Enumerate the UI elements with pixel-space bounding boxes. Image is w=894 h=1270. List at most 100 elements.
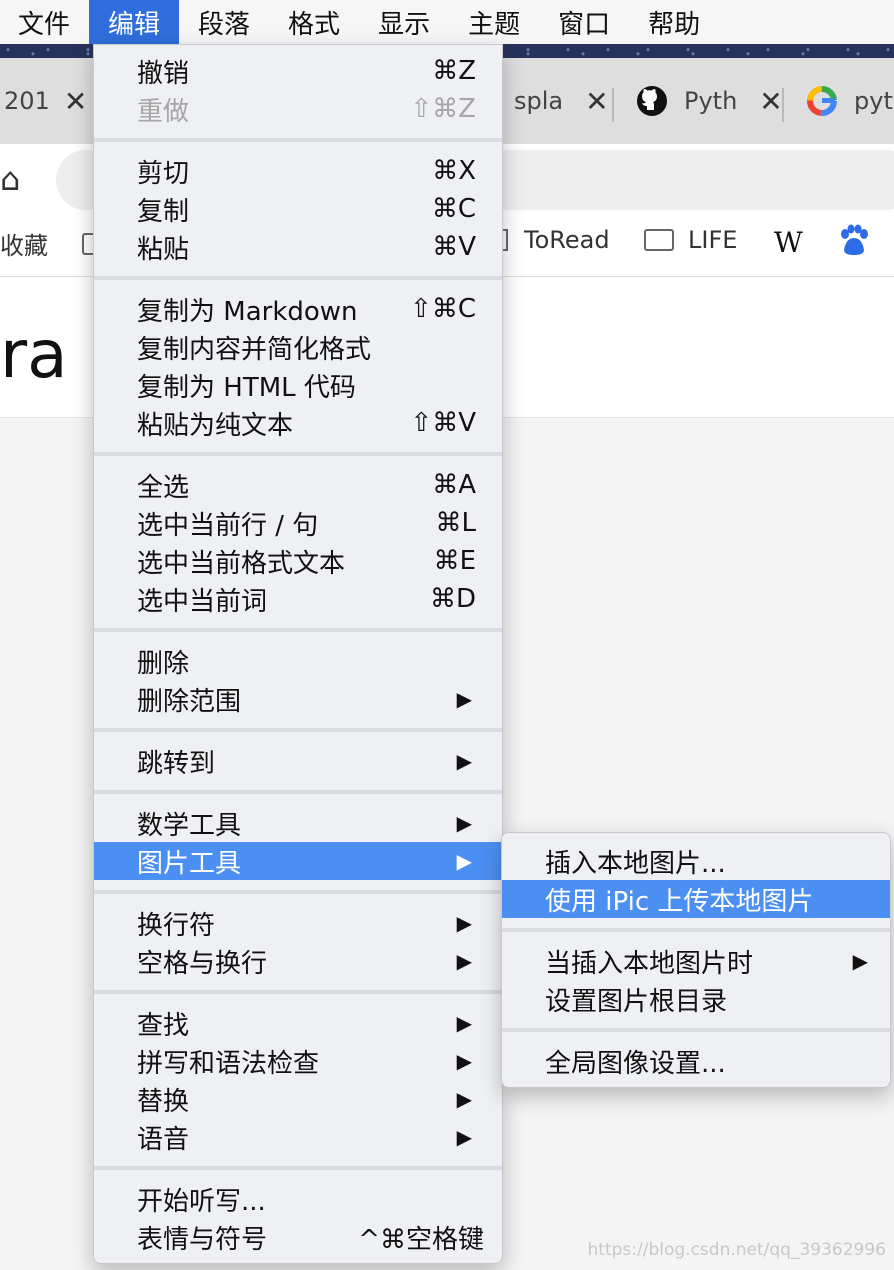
menu-item-cut[interactable]: 剪切 ⌘X [94,152,502,190]
menu-item-upload-ipic[interactable]: 使用 iPic 上传本地图片 [502,880,890,918]
menu-item-label: 使用 iPic 上传本地图片 [545,886,814,917]
menu-item-label: 替换 [137,1086,190,1117]
submenu-arrow-icon: ▶ [456,1125,472,1149]
menu-help[interactable]: 帮助 [629,0,719,44]
menu-item-emoji[interactable]: 表情与符号 ^⌘空格键 [94,1218,502,1256]
tab-label: Pyth [684,87,738,115]
menu-theme[interactable]: 主题 [449,0,539,44]
browser-tab[interactable]: pyth [806,58,894,144]
menu-item-find[interactable]: 查找 ▶ [94,1004,502,1042]
home-icon[interactable]: ⌂ [0,160,20,198]
menu-item-substitutions[interactable]: 替换 ▶ [94,1080,502,1118]
menu-item-label: 插入本地图片... [545,848,726,879]
menu-window[interactable]: 窗口 [539,0,629,44]
submenu-arrow-icon: ▶ [456,911,472,935]
menu-item-label: 空格与换行 [137,948,268,979]
menu-item-paste[interactable]: 粘贴 ⌘V [94,228,502,266]
menu-item-global-image-settings[interactable]: 全局图像设置... [502,1042,890,1080]
menu-file[interactable]: 文件 [0,0,89,44]
shortcut-label: ⌘Z [432,56,476,86]
tab-label: 201 [4,87,50,115]
menu-format[interactable]: 格式 [269,0,359,44]
menu-item-label: 查找 [137,1010,190,1041]
menu-item-undo[interactable]: 撤销 ⌘Z [94,52,502,90]
menu-item-select-format[interactable]: 选中当前格式文本 ⌘E [94,542,502,580]
shortcut-label: ⌘X [432,156,476,186]
menu-item-label: 跳转到 [137,748,216,779]
menu-item-spaces[interactable]: 空格与换行 ▶ [94,942,502,980]
menu-item-copy-simplified[interactable]: 复制内容并简化格式 [94,328,502,366]
browser-tab[interactable]: spla ✕ [514,58,609,144]
shortcut-label: ⌘C [431,194,476,224]
menu-item-select-word[interactable]: 选中当前词 ⌘D [94,580,502,618]
submenu-arrow-icon: ▶ [456,949,472,973]
browser-tab[interactable]: 201 ✕ [4,58,87,144]
menu-view[interactable]: 显示 [359,0,449,44]
wikipedia-icon[interactable]: W [774,226,803,259]
menu-item-line-break[interactable]: 换行符 ▶ [94,904,502,942]
menu-separator [94,276,502,280]
menu-item-label: 数学工具 [137,810,242,841]
menu-edit[interactable]: 编辑 [89,0,180,44]
menu-item-when-insert-image[interactable]: 当插入本地图片时 ▶ [502,942,890,980]
shortcut-label: ⇧⌘Z [410,94,476,124]
menu-item-label: 复制内容并简化格式 [137,334,372,365]
bookmark-label: LIFE [688,226,738,254]
shortcut-label: ⌘D [429,584,476,614]
submenu-arrow-icon: ▶ [456,1087,472,1111]
tab-label: pyth [854,87,894,115]
tab-label: spla [514,87,564,115]
close-icon[interactable]: ✕ [585,85,608,118]
menu-item-dictation[interactable]: 开始听写... [94,1180,502,1218]
menu-item-delete-range[interactable]: 删除范围 ▶ [94,680,502,718]
menu-item-label: 当插入本地图片时 [545,948,754,979]
shortcut-label: ⇧⌘V [410,408,476,438]
shortcut-label: ⌘A [432,470,476,500]
github-icon [637,86,667,116]
menu-item-copy[interactable]: 复制 ⌘C [94,190,502,228]
menu-item-label: 删除范围 [137,686,242,717]
paw-icon [841,224,868,255]
menu-item-copy-markdown[interactable]: 复制为 Markdown ⇧⌘C [94,290,502,328]
close-icon[interactable]: ✕ [759,85,782,118]
shortcut-label: ⌘L [435,508,477,538]
submenu-arrow-icon: ▶ [456,1011,472,1035]
menu-item-label: 开始听写... [137,1186,266,1217]
menu-separator [502,928,890,932]
menu-item-insert-local-image[interactable]: 插入本地图片... [502,842,890,880]
shortcut-label: ⌘E [433,546,476,576]
menu-separator [94,728,502,732]
menu-item-delete[interactable]: 删除 [94,642,502,680]
submenu-arrow-icon: ▶ [456,811,472,835]
menu-item-jump-to[interactable]: 跳转到 ▶ [94,742,502,780]
menu-item-paste-plain[interactable]: 粘贴为纯文本 ⇧⌘V [94,404,502,442]
menu-item-image-tools[interactable]: 图片工具 ▶ [94,842,502,880]
folder-icon [644,229,674,251]
bookmark-life[interactable]: LIFE [644,226,737,254]
menu-item-spelling[interactable]: 拼写和语法检查 ▶ [94,1042,502,1080]
submenu-arrow-icon: ▶ [456,849,472,873]
menu-item-math-tools[interactable]: 数学工具 ▶ [94,804,502,842]
menu-separator [94,790,502,794]
shortcut-label: ⌘V [432,232,476,262]
shortcut-label: ^⌘空格键 [358,1224,484,1255]
menu-item-label: 图片工具 [137,848,242,879]
browser-tab[interactable]: Pyth ✕ [636,58,783,144]
page-logo-text: ra [0,316,68,393]
close-icon[interactable]: ✕ [64,85,87,118]
menu-item-speech[interactable]: 语音 ▶ [94,1118,502,1156]
baidu-icon[interactable] [838,224,870,258]
bookmark-toread[interactable]: ToRead [498,226,610,254]
menu-item-set-image-root[interactable]: 设置图片根目录 [502,980,890,1018]
menu-item-label: 全局图像设置... [545,1048,726,1079]
menu-item-copy-html[interactable]: 复制为 HTML 代码 [94,366,502,404]
menu-item-select-line[interactable]: 选中当前行 / 句 ⌘L [94,504,502,542]
image-tools-submenu: 插入本地图片... 使用 iPic 上传本地图片 当插入本地图片时 ▶ 设置图片… [501,832,891,1088]
submenu-arrow-icon: ▶ [456,1049,472,1073]
menu-item-redo[interactable]: 重做 ⇧⌘Z [94,90,502,128]
submenu-arrow-icon: ▶ [456,749,472,773]
menu-item-label: 语音 [137,1124,190,1155]
menu-paragraph[interactable]: 段落 [179,0,269,44]
menu-item-select-all[interactable]: 全选 ⌘A [94,466,502,504]
shortcut-label: ⇧⌘C [410,294,476,324]
